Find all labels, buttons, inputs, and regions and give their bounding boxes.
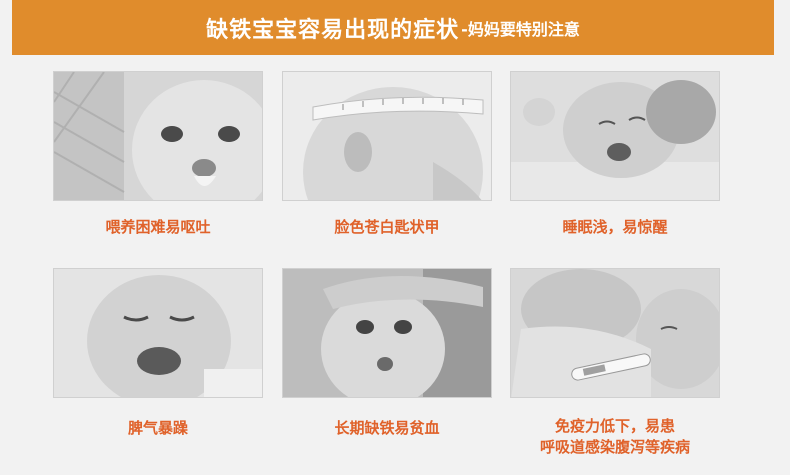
header-banner: 缺铁宝宝容易出现的症状 -妈妈要特别注意: [12, 0, 774, 55]
baby-crying-in-bed-photo: [511, 72, 719, 200]
symptom-caption-4: 脾气暴躁: [127, 419, 188, 437]
baby-thermometer-photo: [511, 269, 719, 397]
symptom-photo-2: [282, 71, 492, 201]
symptom-caption-2: 脸色苍白匙状甲: [334, 218, 440, 236]
symptom-caption-6-line1: 免疫力低下，易患: [554, 417, 675, 435]
symptom-photo-1: [53, 71, 263, 201]
baby-drooling-photo: [54, 72, 262, 200]
symptom-photo-4: [53, 268, 263, 398]
baby-crying-photo: [54, 269, 262, 397]
baby-forehead-touched-photo: [283, 269, 491, 397]
page-subtitle: -妈妈要特别注意: [461, 19, 580, 39]
baby-head-measuring-tape-photo: [283, 72, 491, 200]
symptom-caption-6-line2: 呼吸道感染腹泻等疾病: [539, 438, 690, 456]
symptom-photo-3: [510, 71, 720, 201]
symptom-caption-1: 喂养困难易呕吐: [105, 218, 211, 236]
symptom-photo-5: [282, 268, 492, 398]
page-title: 缺铁宝宝容易出现的症状: [206, 17, 460, 43]
symptom-caption-5: 长期缺铁易贫血: [334, 419, 440, 437]
symptom-caption-3: 睡眠浅，易惊醒: [562, 218, 668, 236]
symptom-photo-6: [510, 268, 720, 398]
symptom-caption-6: 免疫力低下，易患 呼吸道感染腹泻等疾病: [500, 416, 730, 458]
